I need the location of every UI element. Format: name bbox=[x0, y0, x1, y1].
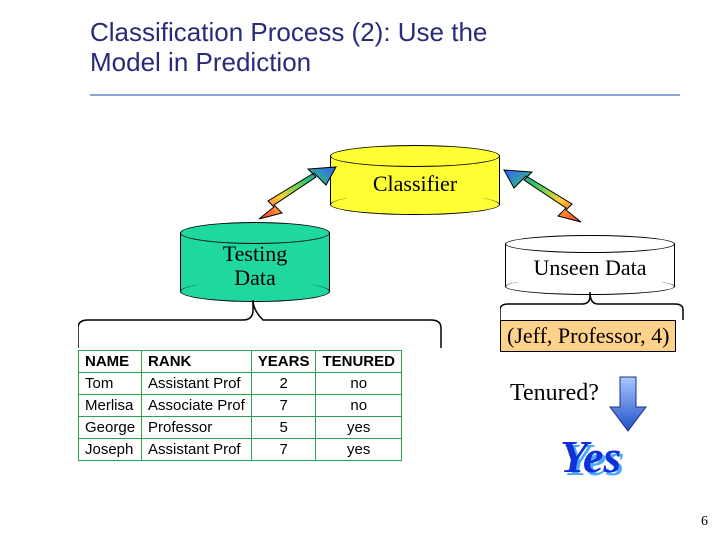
table-row: GeorgeProfessor5yes bbox=[79, 417, 402, 439]
table-header-row: NAME RANK YEARS TENURED bbox=[79, 351, 402, 373]
testing-label-1: Testing bbox=[223, 241, 287, 266]
table-row: TomAssistant Prof2no bbox=[79, 373, 402, 395]
table-row: JosephAssistant Prof7yes bbox=[79, 439, 402, 461]
title-line2: Model in Prediction bbox=[90, 47, 311, 77]
arrow-unseen-to-classifier bbox=[500, 165, 590, 230]
title-line1: Classification Process (2): Use the bbox=[90, 17, 487, 47]
title-underline bbox=[90, 94, 680, 96]
col-years: YEARS bbox=[251, 351, 316, 373]
col-tenured: TENURED bbox=[316, 351, 402, 373]
slide-title: Classification Process (2): Use the Mode… bbox=[0, 0, 650, 84]
col-name: NAME bbox=[79, 351, 142, 373]
testing-label-2: Data bbox=[234, 265, 276, 290]
sample-tuple: (Jeff, Professor, 4) bbox=[500, 320, 676, 352]
classifier-label: Classifier bbox=[330, 171, 500, 197]
unseen-data-cylinder: Unseen Data bbox=[505, 235, 675, 295]
col-rank: RANK bbox=[142, 351, 252, 373]
arrow-question-to-yes bbox=[608, 375, 648, 435]
answer-yes: Yes Yes bbox=[560, 430, 621, 483]
testing-bracket bbox=[78, 300, 443, 350]
testing-data-cylinder: Testing Data bbox=[180, 222, 330, 302]
page-number: 6 bbox=[701, 514, 708, 530]
unseen-label: Unseen Data bbox=[505, 255, 675, 281]
unseen-bracket bbox=[500, 292, 685, 322]
testing-data-table: NAME RANK YEARS TENURED TomAssistant Pro… bbox=[78, 350, 402, 461]
table-row: MerlisaAssociate Prof7no bbox=[79, 395, 402, 417]
classifier-cylinder: Classifier bbox=[330, 145, 500, 215]
arrow-testing-to-classifier bbox=[250, 165, 340, 225]
question-label: Tenured? bbox=[510, 380, 599, 407]
